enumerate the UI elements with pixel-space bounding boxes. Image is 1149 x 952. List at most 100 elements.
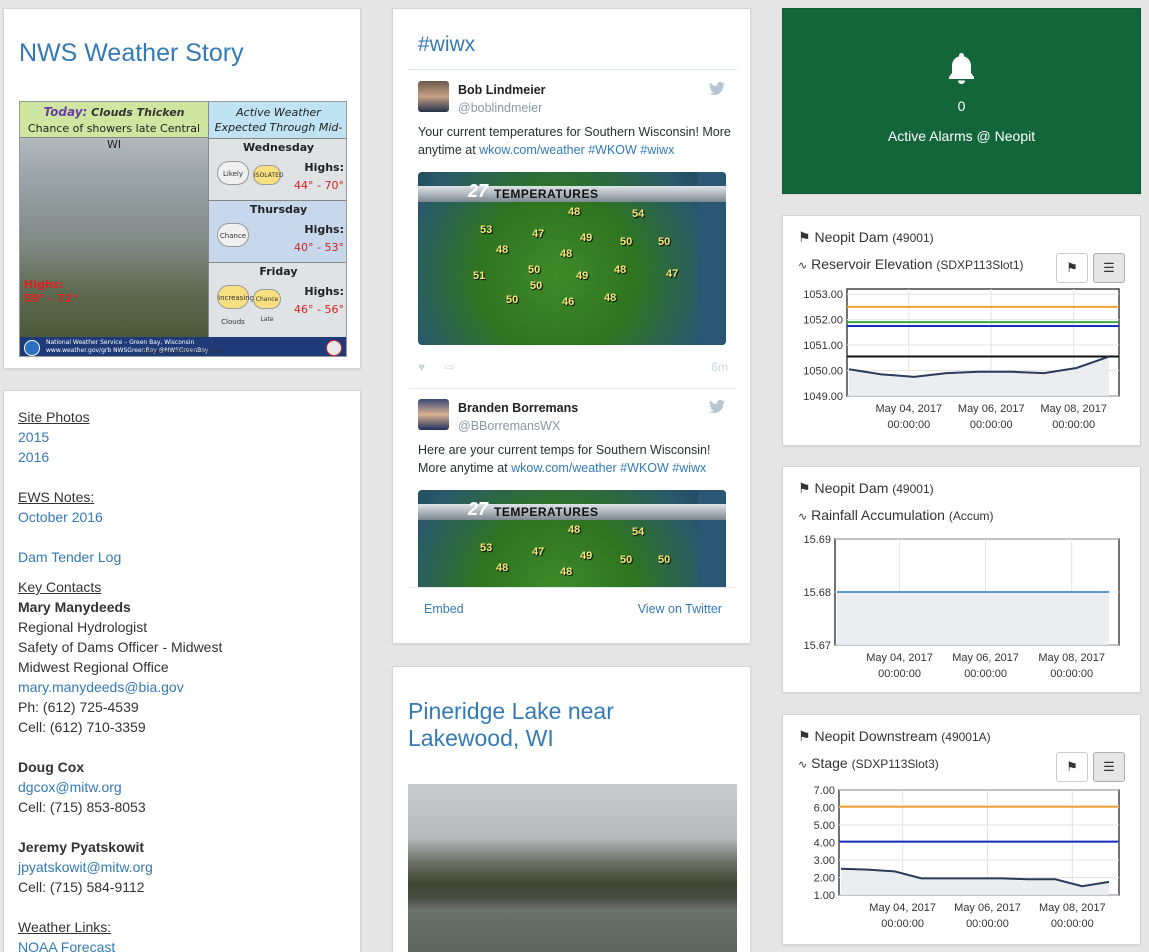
map-temp: 47	[666, 268, 679, 280]
rainfall-accumulation-chart[interactable]: 15.69 15.68 15.67 May 04, 2017 00:00:00 May 0…	[783, 467, 1141, 693]
contact-phone: Cell: (715) 853-8053	[18, 799, 146, 815]
contact-email-link[interactable]: jpyatskowit@mitw.org	[18, 857, 153, 877]
alarm-label: Active Alarms @ Neopit	[887, 128, 1036, 144]
tweet-temperature-map[interactable]: TEMPERATURES 27 48 54 53 47 49 50 50 48 …	[418, 490, 726, 587]
map-temp: 54	[632, 208, 645, 220]
contact-phone: Ph: (612) 725-4539	[18, 699, 139, 715]
weather-story-graphic[interactable]: Today: Clouds Thicken Chance of showers …	[19, 101, 347, 357]
contact-email-link[interactable]: mary.manydeeds@bia.gov	[18, 677, 184, 697]
bell-icon	[949, 53, 974, 84]
map-temp: 48	[496, 562, 509, 574]
x-tick-label: May 04, 2017	[869, 902, 936, 914]
expect-banner: Active Weather Expected Through Mid-Week	[208, 102, 346, 149]
map-temp: 48	[560, 248, 573, 260]
tweet-timeline[interactable]: Bob Lindmeier @boblindmeier Your current…	[408, 69, 737, 587]
x-tick-label: 00:00:00	[970, 419, 1013, 431]
y-tick-label: 3.00	[814, 855, 835, 867]
map-banner: TEMPERATURES	[418, 186, 726, 202]
highs-label: Highs:	[304, 161, 344, 174]
x-tick-label: 00:00:00	[878, 668, 921, 680]
y-tick-label: 15.67	[803, 640, 831, 652]
twitter-bird-icon[interactable]	[709, 399, 725, 413]
ews-link[interactable]: October 2016	[18, 507, 103, 527]
sun-cloud-icon: Chance Late	[253, 289, 281, 323]
contact-office: Midwest Regional Office	[18, 659, 169, 675]
x-tick-label: 00:00:00	[881, 918, 924, 930]
alarms-card[interactable]: 0 Active Alarms @ Neopit	[782, 8, 1141, 194]
dam-tender-log-link[interactable]: Dam Tender Log	[18, 547, 121, 567]
highs-value: 44° - 70°	[294, 179, 344, 192]
today-highs: Highs: 59° - 72°	[24, 278, 78, 306]
tweet-age[interactable]: 6m	[711, 360, 728, 374]
contact-name: Doug Cox	[18, 759, 85, 775]
map-temp: 48	[604, 292, 617, 304]
avatar[interactable]	[418, 399, 449, 430]
tweet-author-name[interactable]: Branden Borremans	[458, 401, 578, 415]
tweet-actions: ♥ ⇨ 6m	[418, 360, 728, 374]
map-temp: 51	[473, 270, 486, 282]
tweet-temperature-map[interactable]: TEMPERATURES 27 48 54 53 47 49 50 50 48 …	[418, 172, 726, 345]
tweet-text: Your current temperatures for Southern W…	[418, 123, 733, 159]
twitter-bird-icon[interactable]	[709, 81, 725, 95]
view-on-twitter-link[interactable]: View on Twitter	[638, 602, 722, 616]
today-sub: Chance of showers late Central WI	[27, 122, 201, 151]
tweet-link[interactable]: wkow.com/weather	[479, 143, 585, 157]
map-temp: 50	[528, 264, 541, 276]
x-tick-label: May 08, 2017	[1039, 902, 1106, 914]
x-tick-label: May 04, 2017	[875, 403, 942, 415]
map-temp: 50	[506, 294, 519, 306]
contact-name: Mary Manydeeds	[18, 599, 131, 615]
x-tick-label: 00:00:00	[1050, 668, 1093, 680]
photo-link-2015[interactable]: 2015	[18, 427, 49, 447]
avatar[interactable]	[418, 81, 449, 112]
tweet-author-name[interactable]: Bob Lindmeier	[458, 83, 546, 97]
info-card: Site Photos 2015 2016 EWS Notes: October…	[3, 390, 361, 952]
series-area	[837, 592, 1109, 645]
tweet-hashtags[interactable]: #WKOW #wiwx	[585, 143, 674, 157]
heart-icon[interactable]: ♥	[418, 360, 425, 374]
tweet-text: Here are your current temps for Southern…	[418, 441, 733, 477]
site-photos-heading: Site Photos	[18, 409, 90, 425]
contact-phone: Cell: (612) 710-3359	[18, 719, 146, 735]
share-icon[interactable]: ⇨	[444, 360, 454, 374]
tweet-hashtags[interactable]: #WKOW #wiwx	[617, 461, 706, 475]
lake-title: Pineridge Lake near Lakewood, WI	[408, 698, 614, 751]
y-tick-label: 5.00	[814, 820, 835, 832]
tweet-author-handle[interactable]: @BBorremansWX	[458, 419, 560, 433]
photo-link-2016[interactable]: 2016	[18, 447, 49, 467]
highs-label: Highs:	[24, 278, 64, 291]
stage-chart[interactable]: 7.00 6.00 5.00 4.00 3.00 2.00 1.00 May 04, 2017…	[783, 715, 1141, 945]
sensor-card: ⚑ Neopit Dam (49001) ∿ Reservoir Elevati…	[782, 215, 1141, 446]
map-temp: 49	[580, 232, 593, 244]
x-tick-label: 00:00:00	[1051, 918, 1094, 930]
weather-story-card: NWS Weather Story Today: Clouds Thicken …	[3, 8, 361, 369]
contact-email-link[interactable]: dgcox@mitw.org	[18, 777, 122, 797]
map-temp: 50	[658, 554, 671, 566]
day-wednesday: Wednesday Likely ISOLATED Highs: 44° - 7…	[208, 138, 346, 200]
reservoir-elevation-chart[interactable]: 1053.00 1052.00 1051.00 1050.00 1049.00 May 0…	[783, 216, 1141, 446]
embed-link[interactable]: Embed	[424, 602, 464, 616]
day-name: Friday	[259, 265, 298, 278]
highs-value: 40° - 53°	[294, 241, 344, 254]
storm-icon: ISOLATED	[253, 165, 284, 185]
map-title: TEMPERATURES	[494, 505, 599, 519]
day-name: Thursday	[249, 203, 308, 216]
twitter-card: #wiwx Bob Lindmeier @boblindmeier Your c…	[392, 8, 751, 644]
tweet-author-handle[interactable]: @boblindmeier	[458, 101, 542, 115]
lake-photo[interactable]	[408, 784, 737, 952]
x-tick-label: May 08, 2017	[1040, 403, 1107, 415]
day-name: Wednesday	[242, 141, 315, 154]
alarm-count: 0	[957, 98, 966, 114]
twitter-hashtag-title[interactable]: #wiwx	[418, 33, 475, 57]
map-temp: 50	[530, 280, 543, 292]
y-tick-label: 1050.00	[803, 366, 843, 378]
station-logo: 27	[468, 181, 489, 201]
lake-photo-card: Pineridge Lake near Lakewood, WI	[392, 666, 751, 952]
x-tick-label: May 06, 2017	[952, 652, 1019, 664]
footer-line: National Weather Service – Green Bay, Wi…	[46, 339, 195, 346]
noaa-forecast-link[interactable]: NOAA Forecast	[18, 937, 115, 952]
highs-value: 59° - 72°	[24, 292, 78, 305]
day-thursday: Thursday Chance Highs: 40° - 53°	[208, 200, 346, 262]
tweet-link[interactable]: wkow.com/weather	[511, 461, 617, 475]
nws-logo-icon	[326, 340, 342, 356]
